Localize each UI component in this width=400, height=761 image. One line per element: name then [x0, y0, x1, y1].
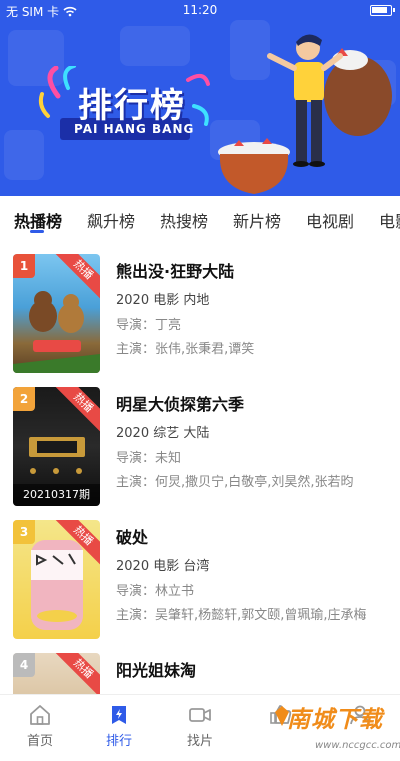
banner-title: 排行榜	[78, 86, 186, 126]
nav-home[interactable]: 首页	[10, 703, 70, 749]
ranking-icon	[112, 706, 126, 724]
item-director: 导演：未知	[116, 447, 181, 466]
cast-value: 张伟,张秉君,谭笑	[155, 342, 255, 357]
cast-label: 主演：	[116, 475, 156, 490]
ranking-banner: 无 SIM 卡 11:20 排行榜 PAI HANG BANG	[0, 0, 400, 196]
director-label: 导演：	[116, 584, 156, 599]
tab-active-indicator	[30, 230, 44, 233]
poster-image[interactable]: 1 热播	[13, 254, 100, 373]
poster-image[interactable]: 3 热播	[13, 520, 100, 639]
nav-home-label: 首页	[26, 734, 53, 749]
treasure-pot-illustration	[218, 138, 290, 194]
banner-pattern-tile	[120, 26, 190, 66]
banner-logo: 排行榜 PAI HANG BANG	[38, 66, 210, 148]
tab-rising[interactable]: 飙升榜	[87, 208, 135, 232]
clock: 11:20	[182, 3, 218, 17]
tab-new-release[interactable]: 新片榜	[233, 208, 281, 232]
hot-ribbon: 热播	[52, 653, 100, 694]
watermark-url: www.nccgcc.com	[315, 740, 400, 751]
item-meta: 2020 综艺 大陆	[116, 426, 210, 441]
item-director: 导演：丁亮	[116, 314, 181, 333]
item-meta: 2020 电影 台湾	[116, 559, 210, 574]
item-title[interactable]: 熊出没·狂野大陆	[116, 258, 234, 282]
ranking-list: 1 热播 熊出没·狂野大陆 2020 电影 内地 导演：丁亮 主演：张伟,张秉君…	[0, 242, 400, 694]
cast-value: 何炅,撒贝宁,白敬亭,刘昊然,张若昀	[155, 475, 354, 490]
poster-image[interactable]: 4 热播	[13, 653, 100, 694]
nav-find-movies[interactable]: 找片	[170, 703, 230, 749]
director-value: 丁亮	[155, 318, 182, 333]
item-cast: 主演：何炅,撒贝宁,白敬亭,刘昊然,张若昀	[116, 471, 392, 490]
cast-value: 吴肇轩,杨懿轩,郭文颐,曾珮瑜,庄承梅	[155, 608, 367, 623]
cast-label: 主演：	[116, 608, 156, 623]
watermark-text: 南城下载	[287, 707, 383, 733]
director-label: 导演：	[116, 318, 156, 333]
battery-icon	[370, 5, 395, 16]
item-title[interactable]: 破处	[116, 524, 148, 548]
rank-badge: 4	[13, 653, 35, 677]
list-item[interactable]: 4 热播 阳光姐妹淘	[0, 645, 400, 694]
category-tabs: 热播榜 飙升榜 热搜榜 新片榜 电视剧 电影	[0, 196, 400, 242]
list-item[interactable]: 2 热播 20210317期 明星大侦探第六季 2020 综艺 大陆 导演：未知…	[0, 379, 400, 506]
poster-image[interactable]: 2 热播 20210317期	[13, 387, 100, 506]
director-value: 林立书	[155, 584, 195, 599]
site-watermark: 南城下载 www.nccgcc.com	[275, 700, 400, 758]
item-title[interactable]: 明星大侦探第六季	[116, 391, 244, 415]
director-label: 导演：	[116, 451, 156, 466]
rank-badge: 3	[13, 520, 35, 544]
item-cast: 主演：张伟,张秉君,谭笑	[116, 338, 392, 357]
banner-subtitle: PAI HANG BANG	[74, 122, 195, 136]
tab-movie[interactable]: 电影	[379, 208, 400, 232]
item-meta: 2020 电影 内地	[116, 293, 210, 308]
cast-label: 主演：	[116, 342, 156, 357]
nav-ranking-label: 排行	[105, 734, 132, 749]
list-item[interactable]: 3 热播 破处 2020 电影 台湾 导演：林立书 主演：吴肇轩,杨懿轩,郭文颐…	[0, 512, 400, 639]
status-bar: 无 SIM 卡 11:20	[0, 0, 400, 22]
tab-hot-play[interactable]: 热播榜	[14, 208, 62, 232]
item-director: 导演：林立书	[116, 580, 194, 599]
rank-badge: 1	[13, 254, 35, 278]
director-value: 未知	[155, 451, 182, 466]
item-title[interactable]: 阳光姐妹淘	[116, 657, 196, 681]
item-cast: 主演：吴肇轩,杨懿轩,郭文颐,曾珮瑜,庄承梅	[116, 604, 392, 623]
rank-badge: 2	[13, 387, 35, 411]
list-item[interactable]: 1 热播 熊出没·狂野大陆 2020 电影 内地 导演：丁亮 主演：张伟,张秉君…	[0, 246, 400, 373]
video-camera-icon	[189, 708, 211, 722]
episode-caption: 20210317期	[13, 484, 100, 506]
tab-tv-series[interactable]: 电视剧	[306, 208, 354, 232]
nav-find-movies-label: 找片	[186, 734, 213, 749]
home-icon	[30, 705, 50, 725]
tab-hot-search[interactable]: 热搜榜	[160, 208, 208, 232]
nav-ranking[interactable]: 排行	[89, 703, 149, 749]
